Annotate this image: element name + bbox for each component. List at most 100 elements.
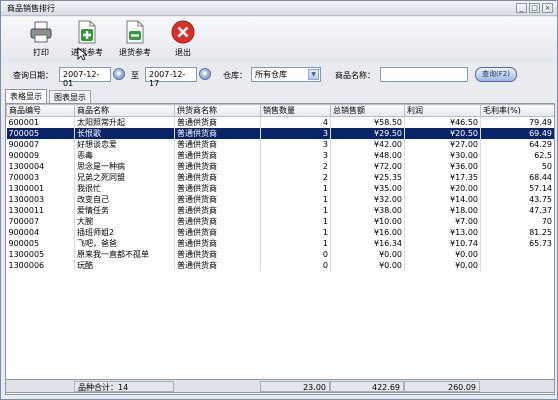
product-name-field[interactable] — [380, 67, 468, 82]
cell-gross-margin: 62.5 — [480, 150, 554, 161]
cell-product-id: 1300001 — [6, 183, 75, 194]
table-row[interactable]: 900005 飞吧，爸爸 普通供货商 1 ¥16.34 ¥10.74 65.73 — [6, 238, 554, 249]
title-bar: 商品销售排行 _ □ × — [1, 1, 557, 16]
warehouse-select[interactable]: 所有仓库 ▼ — [251, 67, 321, 82]
cell-total-sales: ¥35.00 — [330, 183, 405, 194]
table-row[interactable]: 600001 太阳照常升起 普通供货商 4 ¥58.50 ¥46.50 79.49 — [6, 116, 554, 128]
tab-table-view[interactable]: 表格显示 — [5, 89, 47, 103]
column-header-product-name[interactable]: 商品名称 — [74, 104, 175, 117]
column-header-quantity[interactable]: 销售数量 — [260, 104, 331, 117]
cell-gross-margin: 70 — [480, 216, 554, 227]
cell-product-id: 700005 — [6, 128, 75, 139]
cell-supplier: 普通供货商 — [174, 238, 261, 249]
cell-supplier: 普通供货商 — [174, 128, 261, 139]
product-name-label: 商品名称： — [335, 71, 375, 80]
table-row[interactable]: 1300006 玩酷 普通供货商 0 ¥0.00 ¥0.00 — [6, 260, 554, 271]
chevron-down-icon[interactable]: ▼ — [308, 69, 319, 80]
cell-product-id: 900004 — [6, 227, 75, 238]
purchase-reference-label: 进货参考 — [71, 48, 103, 57]
cell-product-id: 700003 — [6, 172, 75, 183]
cell-product-id: 1300005 — [6, 249, 75, 260]
tab-chart-view[interactable]: 图表显示 — [49, 90, 91, 103]
cell-profit: ¥30.00 — [404, 150, 481, 161]
cell-quantity: 1 — [260, 183, 331, 194]
close-icon[interactable]: × — [542, 3, 553, 13]
cell-product-id: 600001 — [6, 116, 75, 128]
cell-supplier: 普通供货商 — [174, 227, 261, 238]
table-row[interactable]: 1300011 爱情任务 普通供货商 1 ¥38.00 ¥18.00 47.37 — [6, 205, 554, 216]
total-sales: 422.69 — [330, 381, 404, 392]
cell-product-name: 我很忙 — [74, 183, 175, 194]
cell-profit: ¥46.50 — [404, 116, 481, 128]
print-button[interactable]: 打印 — [19, 19, 63, 61]
cell-gross-margin: 50 — [480, 161, 554, 172]
cell-product-name: 思念是一种病 — [74, 161, 175, 172]
cell-supplier: 普通供货商 — [174, 194, 261, 205]
table-row[interactable]: 700007 大腕 普通供货商 1 ¥10.00 ¥7.00 70 — [6, 216, 554, 227]
cell-profit: ¥14.00 — [404, 194, 481, 205]
column-header-gross-margin[interactable]: 毛利率(%) — [480, 104, 554, 117]
date-from-field[interactable]: 2007-12-01 — [59, 67, 111, 88]
return-reference-button[interactable]: 退货参考 — [113, 19, 157, 61]
sales-ranking-table[interactable]: 商品编号 商品名称 供货商名称 销售数量 总销售额 利润 毛利率(%) 6000… — [5, 103, 555, 395]
cell-product-id: 900005 — [6, 238, 75, 249]
date-to-picker-icon[interactable]: ◆ — [199, 68, 211, 80]
column-header-profit[interactable]: 利润 — [404, 104, 481, 117]
table-row[interactable]: 900009 恶毒 普通供货商 3 ¥48.00 ¥30.00 62.5 — [6, 150, 554, 161]
cell-quantity: 4 — [260, 116, 331, 128]
cell-total-sales: ¥48.00 — [330, 150, 405, 161]
cell-gross-margin: 81.25 — [480, 227, 554, 238]
table-row[interactable]: 1300005 原来我一直都不孤单 普通供货商 0 ¥0.00 ¥0.00 — [6, 249, 554, 260]
total-profit: 260.09 — [404, 381, 480, 392]
cell-gross-margin: 47.37 — [480, 205, 554, 216]
cell-profit: ¥20.00 — [404, 183, 481, 194]
cell-product-name: 兄弟之死同盟 — [74, 172, 175, 183]
cell-product-name: 太阳照常升起 — [74, 116, 175, 128]
cell-supplier: 普通供货商 — [174, 205, 261, 216]
cell-profit: ¥10.74 — [404, 238, 481, 249]
date-from-picker-icon[interactable]: ◆ — [113, 68, 125, 80]
minimize-icon[interactable]: _ — [516, 3, 527, 13]
return-reference-label: 退货参考 — [119, 48, 151, 57]
cell-quantity: 3 — [260, 128, 331, 139]
cell-quantity: 1 — [260, 216, 331, 227]
table-row[interactable]: 1300003 改变自己 普通供货商 1 ¥32.00 ¥14.00 43.75 — [6, 194, 554, 205]
cell-gross-margin: 69.49 — [480, 128, 554, 139]
column-header-product-id[interactable]: 商品编号 — [6, 104, 75, 117]
search-button[interactable]: 查询(F2) — [475, 67, 517, 82]
cell-profit: ¥18.00 — [404, 205, 481, 216]
cell-product-name: 玩酷 — [74, 260, 175, 271]
cell-product-name: 插班师姐2 — [74, 227, 175, 238]
table-row[interactable]: 1300004 思念是一种病 普通供货商 2 ¥72.00 ¥36.00 50 — [6, 161, 554, 172]
exit-button[interactable]: 退出 — [161, 19, 205, 61]
maximize-icon[interactable]: □ — [529, 3, 540, 13]
cell-total-sales: ¥72.00 — [330, 161, 405, 172]
cell-product-id: 1300006 — [6, 260, 75, 271]
table-header-row: 商品编号 商品名称 供货商名称 销售数量 总销售额 利润 毛利率(%) — [6, 104, 554, 117]
cell-product-id: 1300004 — [6, 161, 75, 172]
cell-total-sales: ¥25.35 — [330, 172, 405, 183]
purchase-reference-button[interactable]: 进货参考 — [65, 19, 109, 61]
exit-label: 退出 — [175, 48, 191, 57]
warehouse-value: 所有仓库 — [255, 70, 287, 79]
cell-gross-margin: 57.14 — [480, 183, 554, 194]
cell-supplier: 普通供货商 — [174, 260, 261, 271]
date-to-field[interactable]: 2007-12-17 — [145, 67, 197, 88]
table-row[interactable]: 900007 好想谈恋爱 普通供货商 3 ¥42.00 ¥27.00 64.29 — [6, 139, 554, 150]
table-row[interactable]: 1300001 我很忙 普通供货商 1 ¥35.00 ¥20.00 57.14 — [6, 183, 554, 194]
column-header-supplier[interactable]: 供货商名称 — [174, 104, 261, 117]
cell-gross-margin: 68.44 — [480, 172, 554, 183]
add-document-icon — [78, 20, 96, 44]
cell-supplier: 普通供货商 — [174, 161, 261, 172]
date-to-label: 至 — [131, 71, 139, 80]
cell-product-name: 原来我一直都不孤单 — [74, 249, 175, 260]
date-label: 查询日期： — [13, 71, 53, 80]
cell-quantity: 0 — [260, 249, 331, 260]
cell-product-id: 900007 — [6, 139, 75, 150]
table-row[interactable]: 900004 插班师姐2 普通供货商 1 ¥16.00 ¥13.00 81.25 — [6, 227, 554, 238]
column-header-total-sales[interactable]: 总销售额 — [330, 104, 405, 117]
table-row[interactable]: 700003 兄弟之死同盟 普通供货商 2 ¥25.35 ¥17.35 68.44 — [6, 172, 554, 183]
cell-quantity: 1 — [260, 205, 331, 216]
cell-product-name: 飞吧，爸爸 — [74, 238, 175, 249]
table-row-selected[interactable]: 700005 长恨歌 普通供货商 3 ¥29.50 ¥20.50 69.49 — [6, 128, 554, 139]
